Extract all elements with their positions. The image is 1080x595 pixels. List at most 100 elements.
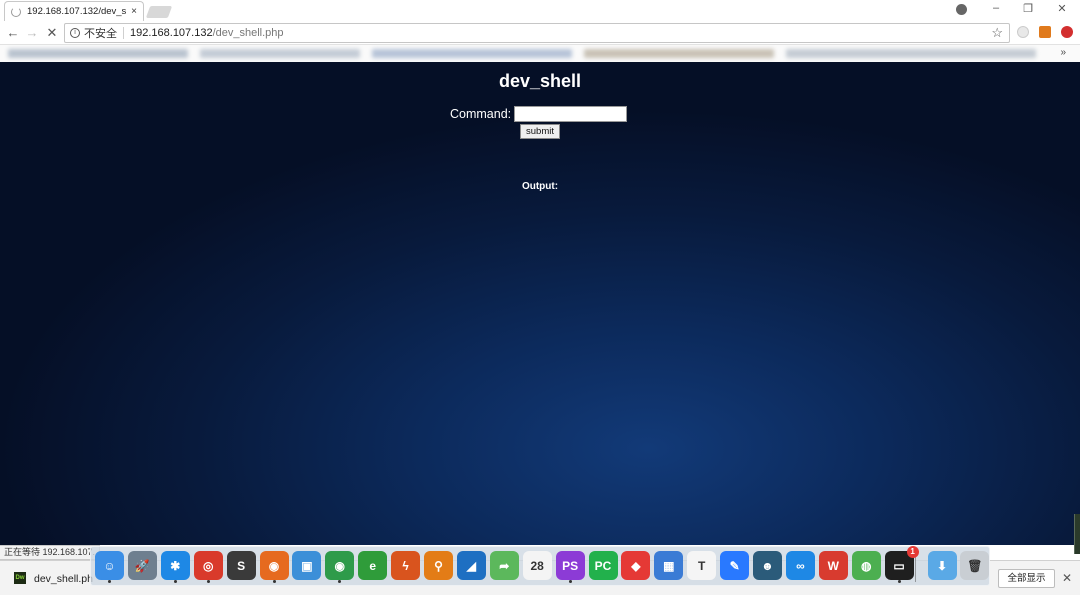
chrome-glyph: ◉ [334,558,346,573]
firefox-icon[interactable]: ◉ [259,551,289,583]
search-tool-icon[interactable]: ⚲ [424,551,453,580]
wireshark-icon[interactable]: ◢ [456,551,486,580]
browser-tab[interactable]: 192.168.107.132/dev_s × [4,1,144,21]
browser-toolbar: ← → ✕ i 不安全 192.168.107.132 /dev_shell.p… [0,21,1080,45]
adblock-extension-icon[interactable] [1061,26,1073,38]
globe-app-icon[interactable]: ◍ [851,551,881,580]
bookmark-item[interactable] [786,49,1036,58]
running-indicator [108,580,111,583]
bookmark-star-icon[interactable]: ☆ [991,25,1003,41]
typora-icon[interactable]: T [687,551,717,580]
status-bubble: 正在等待 192.168.107. [0,545,101,560]
qq-glyph: ✱ [170,558,181,573]
running-indicator [338,580,342,583]
colorful-app-icon[interactable]: ◆ [621,551,651,580]
download-file-name[interactable]: dev_shell.ph [34,573,93,585]
video-editor-glyph: ▦ [663,558,675,573]
bookmarks-more-button[interactable]: » [1060,47,1066,58]
bookmark-item[interactable] [584,49,774,58]
back-button[interactable]: ← [5,24,21,42]
mascot-app-icon[interactable]: ☻ [753,551,782,580]
phpstorm-glyph: PS [562,558,579,573]
metamask-extension-icon[interactable] [1039,26,1051,38]
pycharm-glyph: PC [594,558,612,573]
profile-icon[interactable] [956,4,967,15]
globe-app-glyph: ◍ [860,558,872,573]
launchpad-glyph: 🚀 [134,558,150,573]
notification-badge: 1 [906,546,919,558]
terminal-glyph: ▭ [893,558,905,573]
dock: ☺ 🚀 ✱ ◎ S ◉ ▣ ◉ e ϟ ⚲ ◢ ➦ 28 PS PC ◆ ▦ T ✎ ☻ ∞ W ◍ ▭ 1 ⬇ 🗑 [90,546,990,586]
video-editor-icon[interactable]: ▦ [654,551,684,580]
window-close-button[interactable]: ✕ [1052,2,1072,15]
dreamweaver-file-icon[interactable]: Dw [14,572,26,584]
pycharm-icon[interactable]: PC [588,551,618,580]
shelf-close-icon[interactable]: ✕ [1062,571,1072,585]
show-all-downloads-button[interactable]: 全部显示 [998,569,1055,588]
page-title: dev_shell [498,71,582,91]
chrome-icon[interactable]: ◉ [325,551,355,583]
search-tool-glyph: ⚲ [434,558,443,573]
launchpad-icon[interactable]: 🚀 [127,551,157,580]
trash-glyph: 🗑 [967,558,983,573]
files-icon[interactable]: ▣ [292,551,322,580]
files-glyph: ▣ [301,558,313,573]
baidu-netdisk-glyph: ∞ [796,558,805,573]
bookmark-item[interactable] [372,49,572,58]
command-input[interactable] [514,106,628,122]
extension-icon[interactable] [1017,26,1029,38]
sublime-text-icon[interactable]: S [226,551,256,580]
calendar-glyph: 28 [530,558,544,573]
running-indicator [206,580,210,583]
downloads-folder-icon[interactable]: ⬇ [927,551,957,580]
phpstorm-icon[interactable]: PS [555,551,585,583]
running-indicator [897,580,901,583]
bookmarks-bar: » [0,45,1080,62]
calendar-icon[interactable]: 28 [522,551,552,580]
forward-button[interactable]: → [24,24,40,42]
page-viewport: dev_shell Command: submit Output: [0,62,1080,554]
wps-glyph: W [827,558,839,573]
url-path: /dev_shell.php [212,27,284,39]
burp-glyph: ϟ [402,558,409,573]
info-icon[interactable]: i [70,28,80,38]
baidu-netdisk-icon[interactable]: ∞ [785,551,815,580]
terminal-icon[interactable]: ▭ 1 [884,546,919,583]
tab-strip: 192.168.107.132/dev_s × – ❐ ✕ [0,0,1080,21]
restore-button[interactable]: ❐ [1018,2,1038,15]
address-bar[interactable]: i 不安全 192.168.107.132 /dev_shell.php ☆ [64,23,1010,43]
burp-icon[interactable]: ϟ [391,551,421,580]
ie-icon[interactable]: e [358,551,388,580]
loading-spinner-icon [11,6,21,17]
bookmark-item[interactable] [8,49,188,58]
netease-music-glyph: ◎ [202,558,214,573]
command-row: Command: [450,106,628,122]
minimize-button[interactable]: – [986,2,1006,14]
share-arrow-icon[interactable]: ➦ [489,551,519,580]
tab-close-icon[interactable]: × [131,6,137,17]
qq-icon[interactable]: ✱ [160,551,190,583]
security-label[interactable]: 不安全 [84,25,117,41]
firefox-glyph: ◉ [268,558,280,573]
submit-button[interactable]: submit [520,124,560,139]
output-label: Output: [521,181,559,192]
editor-pen-icon[interactable]: ✎ [720,551,750,580]
command-label: Command: [450,107,512,121]
tab-title: 192.168.107.132/dev_s [27,6,127,17]
wps-icon[interactable]: W [818,551,848,580]
new-tab-button[interactable] [145,6,173,18]
mascot-app-glyph: ☻ [761,558,774,573]
running-indicator [568,580,572,583]
address-separator [123,27,124,39]
stop-loading-button[interactable]: ✕ [44,24,60,42]
netease-music-icon[interactable]: ◎ [193,551,223,583]
finder-icon[interactable]: ☺ [95,551,124,583]
running-indicator [173,580,177,583]
url-host: 192.168.107.132 [130,27,213,39]
wireshark-glyph: ◢ [466,558,476,573]
trash-icon[interactable]: 🗑 [960,551,990,580]
typora-glyph: T [698,558,706,573]
downloads-folder-glyph: ⬇ [936,558,948,573]
resize-grip[interactable] [1074,514,1080,554]
bookmark-item[interactable] [200,49,360,58]
